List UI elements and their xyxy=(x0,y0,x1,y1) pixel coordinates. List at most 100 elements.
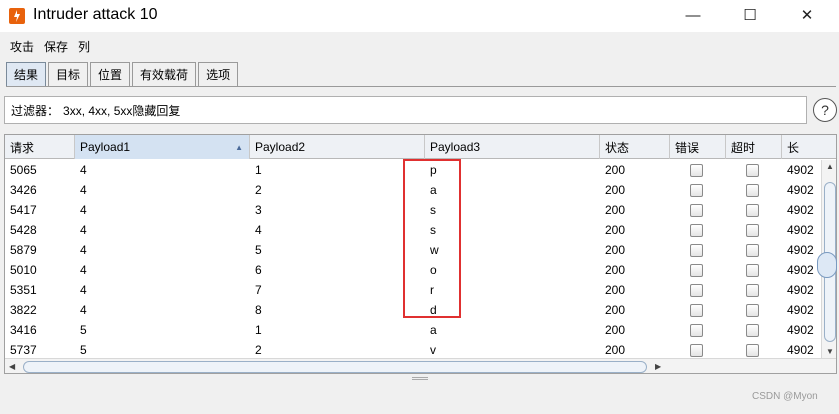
scroll-right-icon[interactable]: ▶ xyxy=(655,362,661,371)
cell-error xyxy=(670,300,703,320)
cell-error xyxy=(670,340,703,360)
cell-p3: v xyxy=(430,343,436,357)
pane-splitter-handle[interactable] xyxy=(412,377,428,380)
timeout-checkbox[interactable] xyxy=(746,203,759,217)
error-checkbox[interactable] xyxy=(690,263,703,277)
col-header-timeout[interactable]: 超时 xyxy=(726,135,782,159)
cell-p1: 4 xyxy=(80,243,87,257)
cell-p1: 5 xyxy=(80,343,87,357)
cell-p2: 3 xyxy=(255,203,262,217)
filter-bar[interactable]: 过滤器： 3xx, 4xx, 5xx隐藏回复 xyxy=(4,96,807,124)
help-icon[interactable]: ? xyxy=(813,98,837,122)
col-header-length[interactable]: 长 xyxy=(782,135,836,159)
error-checkbox[interactable] xyxy=(690,323,703,337)
horizontal-scroll-thumb[interactable] xyxy=(23,361,647,373)
cell-status: 200 xyxy=(605,163,626,177)
col-header-request[interactable]: 请求 xyxy=(5,135,75,159)
cell-status: 200 xyxy=(605,263,626,277)
cell-p2: 5 xyxy=(255,243,262,257)
col-header-status[interactable]: 状态 xyxy=(600,135,670,159)
timeout-checkbox[interactable] xyxy=(746,243,759,257)
sort-ascending-icon: ▲ xyxy=(235,143,243,152)
timeout-checkbox[interactable] xyxy=(746,263,759,277)
cell-p1: 5 xyxy=(80,323,87,337)
table-row[interactable]: 5737 5 2 v 200 4902 xyxy=(5,340,820,360)
cell-timeout xyxy=(726,220,759,240)
cell-p1: 4 xyxy=(80,163,87,177)
cell-error xyxy=(670,240,703,260)
timeout-checkbox[interactable] xyxy=(746,183,759,197)
timeout-checkbox[interactable] xyxy=(746,283,759,297)
cell-p2: 4 xyxy=(255,223,262,237)
cell-p1: 4 xyxy=(80,303,87,317)
close-button[interactable]: ✕ xyxy=(784,0,830,30)
cell-status: 200 xyxy=(605,303,626,317)
cell-p2: 7 xyxy=(255,283,262,297)
cell-request: 5010 xyxy=(10,263,37,277)
timeout-checkbox[interactable] xyxy=(746,323,759,337)
watermark: CSDN @Myon⁠ xyxy=(752,391,818,402)
col-header-payload3[interactable]: Payload3 xyxy=(425,135,600,159)
menu-columns[interactable]: 列 xyxy=(78,38,90,55)
col-header-error[interactable]: 错误 xyxy=(670,135,726,159)
cell-request: 3416 xyxy=(10,323,37,337)
cell-request: 5065 xyxy=(10,163,37,177)
cell-status: 200 xyxy=(605,323,626,337)
cell-length: 4902 xyxy=(787,303,814,317)
col-header-payload1[interactable]: Payload1 ▲ xyxy=(75,135,250,159)
error-checkbox[interactable] xyxy=(690,183,703,197)
cell-request: 3426 xyxy=(10,183,37,197)
tab-positions[interactable]: 位置 xyxy=(90,62,131,86)
cell-status: 200 xyxy=(605,223,626,237)
cell-error xyxy=(670,180,703,200)
cell-p2: 6 xyxy=(255,263,262,277)
error-checkbox[interactable] xyxy=(690,343,703,357)
cell-p1: 4 xyxy=(80,263,87,277)
tab-results[interactable]: 结果 xyxy=(6,62,47,86)
scroll-down-icon[interactable]: ▼ xyxy=(826,347,834,356)
horizontal-scrollbar[interactable]: ◀ ▶ xyxy=(5,358,836,373)
cell-timeout xyxy=(726,340,759,360)
maximize-button[interactable]: ☐ xyxy=(727,0,773,30)
error-checkbox[interactable] xyxy=(690,243,703,257)
table-row[interactable]: 3416 5 1 a 200 4902 xyxy=(5,320,820,340)
cell-request: 5879 xyxy=(10,243,37,257)
error-checkbox[interactable] xyxy=(690,163,703,177)
cell-error xyxy=(670,320,703,340)
scroll-left-icon[interactable]: ◀ xyxy=(9,362,15,371)
cell-p2: 8 xyxy=(255,303,262,317)
minimize-button[interactable]: — xyxy=(670,0,716,30)
col-header-payload2[interactable]: Payload2 xyxy=(250,135,425,159)
error-checkbox[interactable] xyxy=(690,283,703,297)
error-checkbox[interactable] xyxy=(690,303,703,317)
tab-bar: 结果 目标 位置 有效载荷 选项 xyxy=(6,62,240,86)
cell-timeout xyxy=(726,320,759,340)
table-header: 请求 Payload1 ▲ Payload2 Payload3 状态 错误 超时… xyxy=(5,135,836,159)
menu-bar: 攻击 保存 列 xyxy=(0,34,839,58)
cell-timeout xyxy=(726,300,759,320)
col-header-payload1-label: Payload1 xyxy=(80,140,131,154)
cell-length: 4902 xyxy=(787,323,814,337)
cell-p1: 4 xyxy=(80,283,87,297)
timeout-checkbox[interactable] xyxy=(746,343,759,357)
timeout-checkbox[interactable] xyxy=(746,303,759,317)
tab-payloads[interactable]: 有效载荷 xyxy=(132,62,197,86)
cell-timeout xyxy=(726,260,759,280)
tab-options[interactable]: 选项 xyxy=(198,62,239,86)
filter-label: 过滤器： xyxy=(11,103,60,118)
tab-target[interactable]: 目标 xyxy=(48,62,89,86)
error-checkbox[interactable] xyxy=(690,203,703,217)
timeout-checkbox[interactable] xyxy=(746,223,759,237)
scroll-up-icon[interactable]: ▲ xyxy=(826,162,834,171)
cell-length: 4902 xyxy=(787,223,814,237)
error-checkbox[interactable] xyxy=(690,223,703,237)
menu-save[interactable]: 保存 xyxy=(44,38,68,55)
split-pane-knob[interactable] xyxy=(817,252,837,278)
cell-error xyxy=(670,220,703,240)
title-bar: Intruder attack 10 — ☐ ✕ xyxy=(0,0,839,32)
menu-attack[interactable]: 攻击 xyxy=(10,38,34,55)
payload3-highlight-annotation xyxy=(403,159,461,318)
cell-status: 200 xyxy=(605,283,626,297)
cell-p2: 1 xyxy=(255,163,262,177)
timeout-checkbox[interactable] xyxy=(746,163,759,177)
